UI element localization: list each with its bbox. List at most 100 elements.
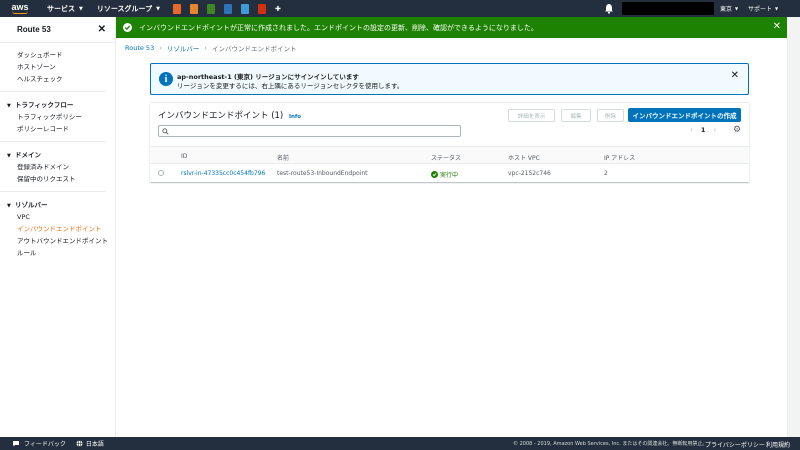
column-header-id[interactable]: ID: [181, 153, 187, 160]
sidebar-divider: [0, 91, 106, 92]
tools-panel-rail: [787, 17, 800, 437]
language-selector[interactable]: 日本語: [76, 439, 104, 448]
success-flashbar: インバウンドエンドポイントが正常に作成されました。エンドポイントの設定の更新、削…: [116, 17, 800, 38]
search-input[interactable]: [158, 125, 461, 137]
sidebar-item-registered-domains[interactable]: 登録済みドメイン: [17, 161, 115, 173]
blue-service-icon[interactable]: [223, 3, 232, 14]
sidebar-item-health-checks[interactable]: ヘルスチェック: [17, 73, 115, 85]
close-icon[interactable]: ✕: [98, 24, 106, 35]
column-header-status[interactable]: ステータス: [431, 153, 461, 162]
section-label: リゾルバー: [15, 201, 48, 209]
alert-body: リージョンを変更するには、右上隅にあるリージョンセレクタを使用します。: [177, 82, 404, 90]
panel-title-text: インバウンドエンドポイント (1): [158, 111, 284, 121]
column-header-ip-addresses[interactable]: IP アドレス: [604, 153, 635, 162]
sidebar: Route 53 ✕ ダッシュボード ホストゾーン ヘルスチェック ▼ トラフィッ…: [0, 17, 116, 437]
sidebar-nav: ダッシュボード ホストゾーン ヘルスチェック ▼ トラフィックフロー トラフィック…: [0, 43, 115, 259]
resource-groups-menu[interactable]: リソースグループ ▼: [90, 0, 167, 17]
sidebar-section-domains[interactable]: ▼ ドメイン: [7, 149, 115, 161]
support-label: サポート: [748, 6, 773, 13]
support-menu[interactable]: サポート ▼: [748, 0, 778, 17]
page-number[interactable]: 1: [701, 126, 706, 134]
orange-service-icon[interactable]: [172, 3, 181, 14]
caret-down-icon: ▼: [7, 103, 11, 109]
chevron-down-icon: ▼: [156, 5, 160, 12]
resource-groups-label: リソースグループ: [96, 4, 153, 13]
red-service-icon[interactable]: [257, 3, 266, 14]
sidebar-item-outbound-endpoints[interactable]: アウトバウンドエンドポイント: [17, 235, 115, 247]
sidebar-item-inbound-endpoints[interactable]: インバウンドエンドポイント: [17, 223, 115, 235]
sidebar-section-resolver[interactable]: ▼ リゾルバー: [7, 199, 115, 211]
plugin-icon[interactable]: ✚: [275, 4, 283, 14]
search-icon: [162, 128, 169, 135]
green-service-icon[interactable]: [206, 3, 215, 14]
check-circle-icon: [123, 23, 132, 32]
sidebar-section-traffic-flow[interactable]: ▼ トラフィックフロー: [7, 99, 115, 111]
close-icon[interactable]: ✕: [731, 70, 739, 81]
speech-bubble-icon: [13, 441, 19, 447]
section-label: トラフィックフロー: [15, 101, 74, 109]
table-row[interactable]: rslvr-in-47335cc0c454fb796 test-route53-…: [150, 164, 749, 183]
chevron-down-icon: ▼: [79, 5, 83, 12]
endpoint-vpc: vpc-2152c746: [508, 170, 551, 177]
aws-logo-text: aws: [11, 2, 29, 12]
sidebar-item-traffic-policies[interactable]: トラフィックポリシー: [17, 111, 115, 123]
endpoint-id-link[interactable]: rslvr-in-47335cc0c454fb796: [181, 170, 265, 177]
view-details-button[interactable]: 詳細を表示: [508, 109, 555, 122]
edit-button[interactable]: 編集: [561, 109, 591, 122]
caret-down-icon: ▼: [7, 153, 11, 159]
status-text: 実行中: [440, 172, 459, 179]
row-radio[interactable]: [158, 170, 164, 176]
globe-icon: [76, 440, 83, 447]
orange-service-icon[interactable]: [189, 3, 198, 14]
column-header-name[interactable]: 名前: [277, 153, 289, 162]
breadcrumb-resolver[interactable]: リゾルバー: [167, 43, 200, 53]
blue-service-icon[interactable]: [240, 3, 249, 14]
region-label: 東京: [720, 6, 733, 13]
endpoint-ip-count: 2: [604, 170, 608, 177]
column-header-host-vpc[interactable]: ホスト VPC: [508, 153, 540, 162]
services-menu[interactable]: サービス ▼: [40, 0, 90, 17]
sidebar-divider: [0, 191, 106, 192]
copyright: © 2008 - 2019, Amazon Web Services, Inc.…: [513, 441, 708, 447]
delete-button[interactable]: 削除: [597, 109, 624, 122]
feedback-button[interactable]: フィードバック: [12, 439, 66, 448]
sidebar-divider: [0, 141, 106, 142]
feedback-label: フィードバック: [24, 441, 66, 448]
chevron-left-icon[interactable]: ‹: [690, 126, 693, 134]
sidebar-item-dashboard[interactable]: ダッシュボード: [17, 49, 115, 61]
sidebar-item-rules[interactable]: ルール: [17, 247, 115, 259]
breadcrumb-current: インバウンドエンドポイント: [211, 45, 297, 53]
sidebar-header: Route 53 ✕: [0, 17, 115, 43]
breadcrumb: Route 53 › リゾルバー › インバウンドエンドポイント: [125, 43, 296, 53]
aws-logo[interactable]: aws: [0, 0, 40, 17]
sidebar-item-vpc[interactable]: VPC: [17, 211, 115, 223]
caret-down-icon: ▼: [7, 203, 11, 209]
inbound-endpoints-panel: インバウンドエンドポイント (1) Info 詳細を表示 編集 削除 インバウン…: [150, 102, 749, 182]
top-nav: aws サービス ▼ リソースグループ ▼ ✚ 東京 ▼ サポート ▼: [0, 0, 800, 17]
sidebar-item-hosted-zones[interactable]: ホストゾーン: [17, 61, 115, 73]
account-menu[interactable]: [622, 2, 714, 15]
sidebar-title: Route 53: [17, 25, 51, 34]
close-icon[interactable]: ✕: [773, 21, 781, 32]
footer: フィードバック 日本語 © 2008 - 2019, Amazon Web Se…: [0, 437, 800, 450]
aws-smile-icon: [12, 11, 28, 14]
pinned-services: ✚: [172, 3, 283, 14]
chevron-right-icon[interactable]: ›: [713, 126, 716, 134]
privacy-policy-link[interactable]: プライバシーポリシー: [705, 440, 765, 449]
breadcrumb-route53[interactable]: Route 53: [125, 44, 154, 52]
info-link[interactable]: Info: [289, 114, 301, 120]
services-label: サービス: [47, 4, 75, 13]
terms-link[interactable]: 利用規約: [766, 440, 790, 449]
language-label: 日本語: [85, 441, 104, 448]
gear-icon[interactable]: ⚙: [733, 126, 741, 135]
sidebar-item-policy-records[interactable]: ポリシーレコード: [17, 123, 115, 135]
endpoint-name: test-route53-InboundEndpoint: [277, 170, 368, 177]
table-header: ID 名前 ステータス ホスト VPC IP アドレス: [150, 146, 749, 164]
bell-icon[interactable]: [604, 3, 614, 14]
create-inbound-endpoint-button[interactable]: インバウンドエンドポイントの作成: [628, 108, 741, 122]
sidebar-item-pending-requests[interactable]: 保留中のリクエスト: [17, 173, 115, 185]
panel-title: インバウンドエンドポイント (1) Info: [158, 109, 301, 121]
check-circle-icon: [431, 171, 438, 178]
region-selector[interactable]: 東京 ▼: [720, 0, 738, 17]
endpoint-status: 実行中: [431, 170, 458, 179]
